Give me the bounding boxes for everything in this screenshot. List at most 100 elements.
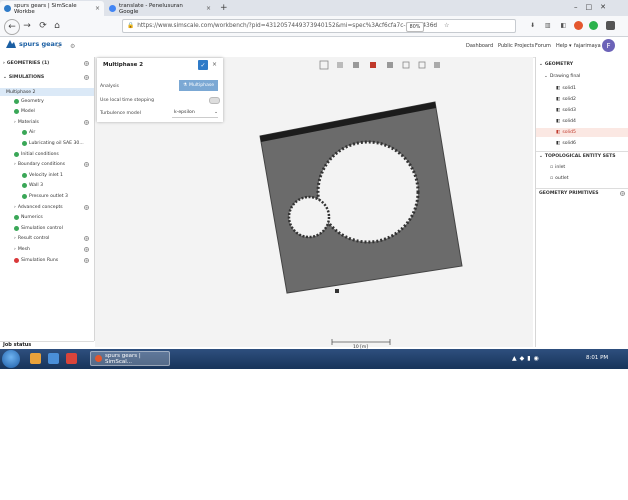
zoom-level[interactable]: 80%	[406, 22, 424, 32]
add-item-icon[interactable]: +	[84, 162, 89, 168]
add-item-icon[interactable]: +	[84, 247, 89, 252]
turbulence-model-select[interactable]: k-epsilon ⌄	[172, 108, 218, 118]
tree-item[interactable]: Pressure outlet 3	[22, 194, 68, 199]
nav-public-projects[interactable]: Public Projects	[498, 43, 534, 49]
add-item-icon[interactable]: +	[84, 119, 89, 125]
simscale-logo-icon	[6, 40, 16, 48]
tab-label: translate - Penelusuran Google	[119, 2, 183, 15]
header-label: GEOMETRY	[544, 62, 574, 67]
browser-tab-google[interactable]: translate - Penelusuran Google ×	[105, 1, 215, 16]
avatar[interactable]: F	[602, 39, 615, 52]
back-icon[interactable]: ←	[4, 19, 20, 35]
tree-item[interactable]: Air	[22, 130, 35, 136]
add-geometry-icon[interactable]: +	[84, 61, 89, 66]
solid-label: solid1	[562, 86, 576, 91]
confirm-icon[interactable]: ✓	[198, 60, 208, 70]
topological-header[interactable]: ⌄ TOPOLOGICAL ENTITY SETS	[539, 154, 616, 159]
local-time-stepping-toggle[interactable]	[209, 97, 220, 104]
tree-item[interactable]: Lubricating oil SAE 30...	[22, 141, 84, 146]
tree-item[interactable]: Simulation Runs	[14, 257, 58, 263]
gear-model[interactable]	[259, 101, 463, 294]
menu-icon[interactable]	[606, 21, 615, 30]
solid-item[interactable]: ◧ solid1	[536, 84, 628, 93]
tree-item[interactable]: Wall 3	[22, 183, 43, 189]
new-tab-icon[interactable]: +	[220, 3, 228, 13]
part-item[interactable]: ⌄ Drawing final	[544, 74, 580, 79]
tree-item[interactable]: Numerics	[14, 215, 43, 221]
solid-item[interactable]: ◧ solid4	[536, 117, 628, 126]
add-simulation-icon[interactable]: +	[84, 75, 89, 80]
check-icon	[22, 141, 27, 146]
nav-forum[interactable]: Forum	[535, 43, 551, 49]
chevron-down-icon: ⌄	[539, 62, 543, 67]
check-icon	[22, 130, 27, 136]
bookmark-icon[interactable]: ☆	[444, 22, 449, 29]
tree-item[interactable]: › Advanced concepts	[14, 205, 63, 210]
taskbar-task[interactable]: spurs gears | SimScal...	[90, 351, 170, 366]
tree-item[interactable]: › Materials	[14, 120, 39, 125]
project-logo[interactable]: spurs gears	[6, 40, 62, 48]
nav-user[interactable]: fajarimaya	[574, 43, 601, 49]
job-status[interactable]: Job status	[0, 341, 94, 349]
url-bar[interactable]: 🔒 https://www.simscale.com/workbench/?pi…	[122, 19, 516, 33]
tree-item[interactable]: › Mesh	[14, 247, 30, 252]
window-controls[interactable]: –□✕	[574, 3, 614, 11]
tree-item[interactable]: Model	[14, 109, 35, 115]
tree-item-label: Numerics	[21, 215, 43, 221]
tree-item-label: Result control	[17, 236, 50, 242]
view-toolbar[interactable]	[319, 60, 440, 70]
check-icon	[14, 98, 19, 104]
tree-item[interactable]: Geometry	[14, 98, 44, 104]
part-label: Drawing final	[549, 74, 581, 79]
solid-item[interactable]: ◧ solid3	[536, 106, 628, 115]
solid-item[interactable]: ◧ solid5	[536, 128, 628, 137]
simulations-section[interactable]: ⌄ SIMULATIONS	[3, 75, 44, 80]
solid-item[interactable]: ◧ solid2	[536, 95, 628, 104]
share-icon[interactable]: ⋖	[56, 43, 61, 50]
nav-help[interactable]: Help ▾	[556, 43, 572, 49]
explorer-icon[interactable]	[30, 353, 41, 364]
tree-item-label: Advanced concepts	[17, 204, 63, 210]
tree-item[interactable]: Initial conditions	[14, 151, 59, 157]
primitives-header[interactable]: GEOMETRY PRIMITIVES	[539, 191, 599, 196]
reload-icon[interactable]: ⟳	[36, 19, 50, 33]
chrome-icon[interactable]	[66, 353, 77, 364]
tree-item[interactable]: Multiphase 2	[0, 88, 94, 96]
extension-icon[interactable]	[589, 21, 598, 30]
tray-icons[interactable]: ▲◆▮◉	[512, 355, 542, 362]
chevron-right-icon: ›	[14, 162, 16, 168]
browser-tab-simscale[interactable]: spurs gears | SimScale Workbe ×	[0, 1, 104, 16]
tree-item[interactable]: Simulation control	[14, 225, 63, 231]
tree-item[interactable]: Velocity inlet 1	[22, 172, 63, 178]
toolbar-icons[interactable]: ⬇ ▥ ◧	[530, 22, 570, 29]
add-item-icon[interactable]: +	[84, 257, 89, 263]
close-icon[interactable]: ×	[212, 61, 217, 68]
tree-item-label: Wall 3	[29, 183, 43, 189]
media-icon[interactable]	[48, 353, 59, 364]
home-icon[interactable]: ⌂	[50, 19, 64, 33]
chevron-down-icon: ⌄	[214, 110, 218, 115]
add-item-icon[interactable]: +	[84, 204, 89, 210]
extension-icon[interactable]	[574, 21, 583, 30]
topo-item[interactable]: ▫ inlet	[550, 165, 565, 170]
add-item-icon[interactable]: +	[84, 236, 89, 242]
chevron-down-icon: ⌄	[539, 154, 543, 159]
solid-item[interactable]: ◧ solid6	[536, 139, 628, 148]
more-icon[interactable]: ···	[430, 22, 436, 29]
start-button[interactable]	[2, 350, 20, 368]
divider	[536, 188, 628, 189]
simscale-favicon-icon	[4, 5, 11, 12]
forward-icon[interactable]: →	[20, 19, 34, 33]
add-primitive-icon[interactable]: +	[620, 191, 625, 196]
nav-dashboard[interactable]: Dashboard	[466, 43, 493, 49]
topo-item[interactable]: ▫ outlet	[550, 176, 569, 181]
geometries-section[interactable]: › GEOMETRIES (1)	[3, 61, 49, 66]
settings-icon[interactable]: ⚙	[70, 43, 75, 50]
close-icon[interactable]: ×	[206, 5, 211, 12]
geometry-header[interactable]: ⌄ GEOMETRY	[539, 62, 573, 67]
tree-item[interactable]: › Result control	[14, 236, 49, 241]
tree-item[interactable]: › Boundary conditions	[14, 162, 65, 167]
close-icon[interactable]: ×	[95, 5, 100, 12]
analysis-button[interactable]: ⚗ Multiphase	[179, 80, 218, 91]
analysis-value: Multiphase	[189, 83, 215, 88]
